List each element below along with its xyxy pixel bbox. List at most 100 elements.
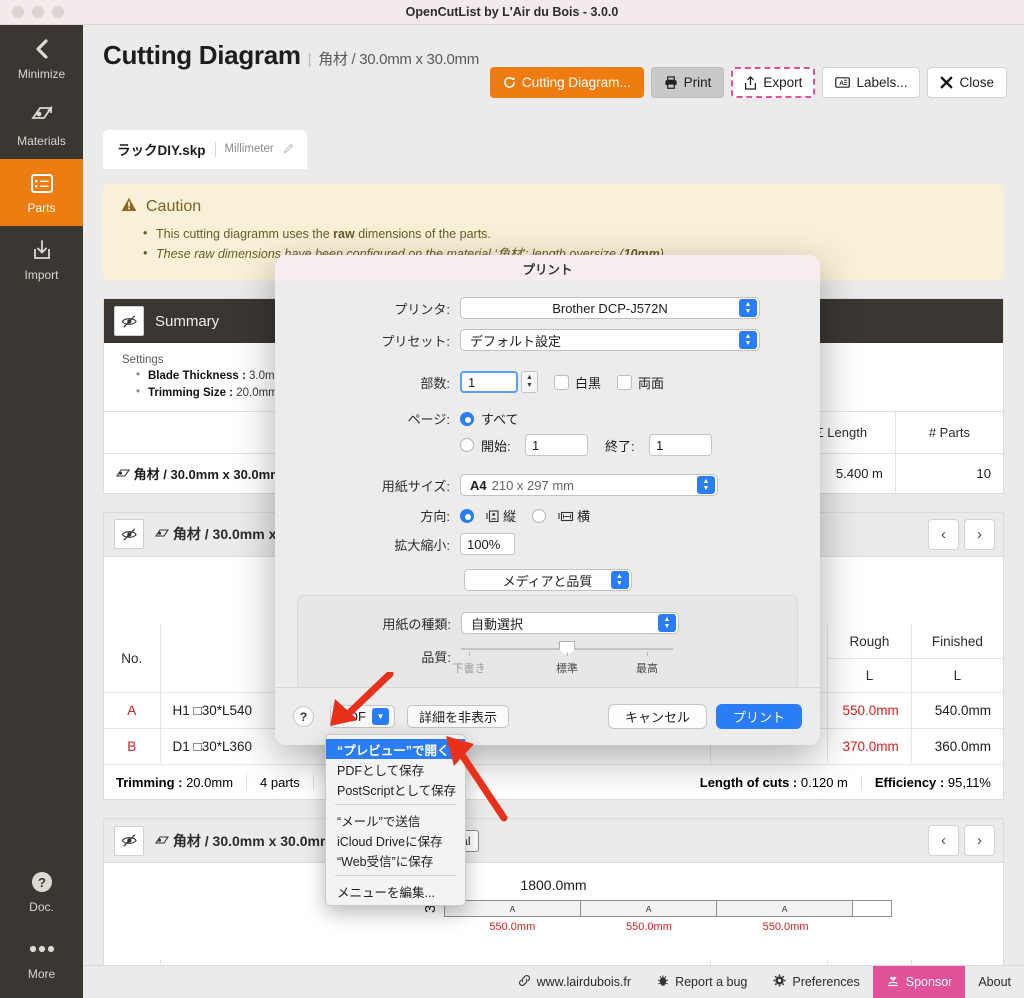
printer-select[interactable]: Brother DCP-J572N ▲ ▼ bbox=[460, 297, 760, 319]
footer-about[interactable]: About bbox=[965, 966, 1024, 998]
trimming-stat: Trimming : 20.0mm bbox=[116, 774, 248, 790]
menu-separator bbox=[335, 804, 456, 805]
section-select[interactable]: メディアと品質 ▲ ▼ bbox=[463, 569, 632, 591]
caution-title-row: Caution bbox=[121, 197, 986, 217]
print-button[interactable]: Print bbox=[650, 67, 725, 98]
toggle-details-button[interactable]: 詳細を非表示 bbox=[407, 705, 510, 728]
printer-icon bbox=[664, 76, 678, 89]
settings-item-label: Blade Thickness : bbox=[148, 370, 246, 382]
caution-title: Caution bbox=[146, 198, 202, 215]
cutting-diagram-button[interactable]: Cutting Diagram... bbox=[489, 67, 644, 98]
settings-item-label: Trimming Size : bbox=[148, 387, 233, 399]
copies-input[interactable]: 1 bbox=[460, 371, 518, 393]
page-title-text: Cutting Diagram bbox=[103, 40, 301, 70]
page-from-input[interactable]: 1 bbox=[525, 434, 588, 456]
sidebar-item-import[interactable]: Import bbox=[0, 226, 83, 293]
duplex-checkbox[interactable] bbox=[617, 374, 633, 390]
export-button[interactable]: Export bbox=[731, 67, 816, 98]
pdf-menu-button[interactable]: PDF ▼ bbox=[330, 705, 395, 728]
quality-tick-draft: 下書き bbox=[452, 663, 486, 675]
sidebar-item-more[interactable]: More bbox=[0, 925, 83, 992]
settings-item-value: 20.0mm bbox=[236, 387, 278, 399]
cancel-button[interactable]: キャンセル bbox=[607, 704, 707, 729]
eye-slash-icon[interactable] bbox=[114, 825, 144, 856]
prev-page-button[interactable]: ‹ bbox=[928, 518, 959, 550]
sidebar-item-label: More bbox=[27, 967, 56, 981]
page-header: Cutting Diagram | 角材 / 30.0mm x 30.0mm C… bbox=[83, 25, 1024, 130]
eye-slash-icon[interactable] bbox=[114, 519, 144, 549]
pdf-menu-button-label: PDF bbox=[340, 709, 366, 724]
scale-label: 拡大縮小: bbox=[394, 537, 450, 553]
menu-item-open-in-preview[interactable]: “プレビュー”で開く bbox=[326, 739, 465, 759]
scale-input[interactable]: 100% bbox=[460, 533, 515, 555]
preset-select[interactable]: デフォルト設定 ▲ ▼ bbox=[460, 329, 760, 351]
orientation-portrait-radio[interactable] bbox=[460, 508, 474, 523]
blackwhite-checkbox[interactable] bbox=[554, 374, 569, 390]
next-page-button[interactable]: › bbox=[964, 825, 995, 856]
efficiency-label: Efficiency : bbox=[874, 774, 945, 790]
question-circle-icon: ? bbox=[29, 869, 55, 895]
menu-item-save-to-web-receipts[interactable]: “Web受信”に保存 bbox=[326, 850, 465, 870]
bar-cell[interactable]: A bbox=[717, 901, 854, 916]
part-rough: 550.0mm bbox=[827, 692, 912, 729]
part-no: B bbox=[104, 728, 161, 765]
copies-stepper[interactable]: ▲ ▼ bbox=[521, 371, 538, 393]
material-icon bbox=[154, 833, 173, 849]
menu-item-edit-menu[interactable]: メニューを編集... bbox=[326, 881, 465, 901]
efficiency-stat: Efficiency : 95,11% bbox=[875, 775, 991, 790]
page-to-input[interactable]: 1 bbox=[649, 434, 712, 456]
orientation-landscape-radio[interactable] bbox=[532, 508, 547, 523]
footer-website-link[interactable]: www.lairdubois.fr bbox=[505, 966, 644, 998]
sidebar-item-label: Doc. bbox=[29, 900, 54, 914]
pages-all-radio[interactable] bbox=[460, 411, 474, 426]
bar-cell-offcut bbox=[853, 901, 891, 916]
link-icon bbox=[518, 974, 531, 990]
next-page-button[interactable]: › bbox=[964, 518, 995, 550]
paper-size-select[interactable]: A4 210 x 297 mm ▲ ▼ bbox=[460, 474, 718, 496]
tab-model-file[interactable]: ラックDIY.skp Millimeter bbox=[103, 130, 307, 169]
sidebar-item-parts[interactable]: Parts bbox=[0, 159, 83, 226]
sidebar-item-minimize[interactable]: Minimize bbox=[0, 25, 83, 92]
print-dialog-body: プリンタ: Brother DCP-J572N ▲ ▼ プリセット: デフォルト設… bbox=[275, 281, 820, 690]
orientation-landscape-label: 横 bbox=[577, 509, 591, 524]
sidebar-item-materials[interactable]: Materials bbox=[0, 92, 83, 159]
quality-slider[interactable]: 下書き 標準 最高 bbox=[453, 641, 673, 675]
part-finished: 360.0mm bbox=[911, 728, 1003, 765]
bar-panel-nav: ‹ › bbox=[928, 518, 995, 550]
pencil-icon[interactable] bbox=[283, 142, 294, 157]
scale-value: 100% bbox=[467, 536, 501, 552]
footer-sponsor-label: Sponsor bbox=[905, 975, 953, 989]
sidebar-item-doc[interactable]: ? Doc. bbox=[0, 858, 83, 925]
labels-button[interactable]: A Labels... bbox=[822, 67, 921, 98]
eye-slash-icon[interactable] bbox=[114, 306, 144, 336]
cuts-label: Length of cuts : bbox=[699, 774, 798, 790]
footer-sponsor[interactable]: Sponsor bbox=[872, 965, 966, 998]
help-button[interactable]: ? bbox=[293, 706, 314, 727]
footer-report-bug[interactable]: Report a bug bbox=[644, 966, 760, 998]
paper-size-value-bold: A4 bbox=[470, 477, 487, 493]
status-footer: www.lairdubois.fr Report a bug Preferenc… bbox=[83, 965, 1024, 998]
media-type-row: 用紙の種類: 自動選択 ▲ ▼ bbox=[298, 612, 797, 634]
prev-page-button[interactable]: ‹ bbox=[928, 825, 959, 856]
pages-range-radio[interactable] bbox=[460, 438, 474, 452]
window-titlebar: OpenCutList by L'Air du Bois - 3.0.0 bbox=[0, 0, 1024, 25]
footer-preferences[interactable]: Preferences bbox=[760, 966, 872, 998]
landscape-page-icon: 横 bbox=[558, 506, 590, 525]
export-button-label: Export bbox=[763, 75, 803, 90]
menu-item-save-to-icloud[interactable]: iCloud Driveに保存 bbox=[326, 830, 465, 850]
bar-cell[interactable]: A bbox=[581, 901, 718, 916]
menu-item-save-as-postscript[interactable]: PostScriptとして保存 bbox=[326, 779, 465, 799]
close-button[interactable]: Close bbox=[927, 67, 1007, 98]
footer-preferences-label: Preferences bbox=[792, 975, 860, 989]
orientation-label: 方向: bbox=[420, 509, 450, 524]
printer-value: Brother DCP-J572N bbox=[552, 300, 668, 316]
menu-item-save-as-pdf[interactable]: PDFとして保存 bbox=[326, 759, 465, 779]
media-type-select[interactable]: 自動選択 ▲ ▼ bbox=[461, 612, 679, 634]
media-type-label: 用紙の種類: bbox=[382, 616, 451, 632]
diagram-panel-title: 角材 / 30.0mm x 30.0mm bbox=[154, 831, 332, 851]
pages-all-row: ページ: すべて bbox=[275, 409, 820, 428]
preset-value: デフォルト設定 bbox=[470, 333, 562, 349]
print-confirm-button[interactable]: プリント bbox=[715, 704, 802, 729]
part-rough: 370.0mm bbox=[827, 728, 912, 765]
menu-item-send-by-mail[interactable]: “メール”で送信 bbox=[326, 810, 465, 830]
